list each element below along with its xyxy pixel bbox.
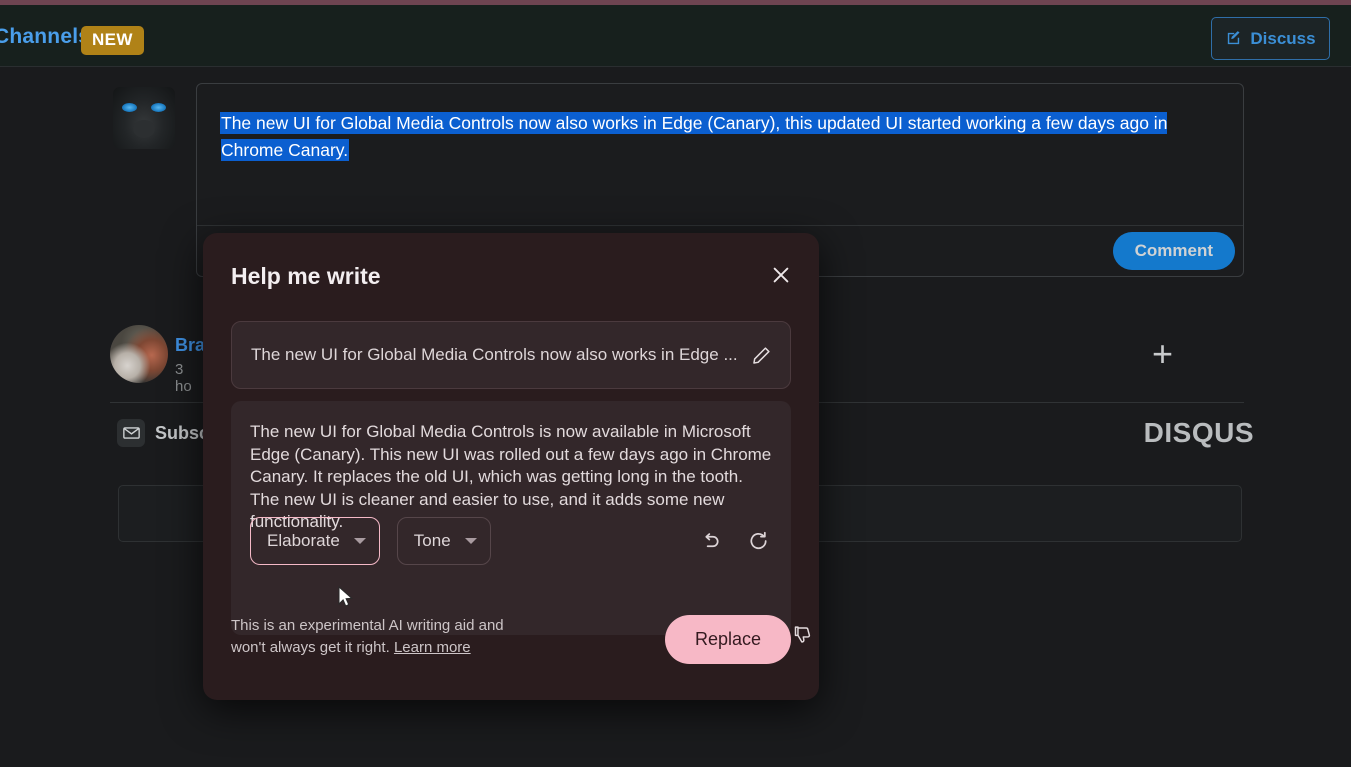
undo-icon[interactable] — [697, 528, 723, 554]
generated-result-panel: The new UI for Global Media Controls is … — [231, 401, 791, 635]
result-action-icons — [697, 511, 771, 571]
subscribe-button[interactable]: Subscr — [117, 419, 216, 447]
close-icon[interactable] — [767, 261, 795, 289]
comment-timestamp: 3 ho — [175, 361, 192, 395]
plus-icon[interactable]: + — [1152, 336, 1173, 372]
help-me-write-dialog: Help me write The new UI for Global Medi… — [203, 233, 819, 700]
top-navigation-bar: Channels NEW Discuss — [0, 5, 1351, 67]
edit-square-icon — [1225, 30, 1242, 47]
chevron-down-icon — [353, 538, 366, 544]
comment-text: The new UI for Global Media Controls now… — [221, 110, 1219, 164]
page-root: Channels NEW Discuss The new UI for Glob… — [0, 0, 1351, 767]
replace-button[interactable]: Replace — [664, 615, 791, 664]
discuss-button-label: Discuss — [1250, 28, 1316, 48]
channels-link[interactable]: Channels — [0, 25, 90, 49]
learn-more-link[interactable]: Learn more — [394, 639, 471, 656]
comment-textarea[interactable]: The new UI for Global Media Controls now… — [197, 84, 1243, 226]
comment-submit-button[interactable]: Comment — [1112, 232, 1235, 270]
cat-eye-right — [151, 103, 166, 112]
elaborate-dropdown-label: Elaborate — [267, 531, 340, 550]
user-avatar[interactable] — [110, 325, 168, 383]
new-badge: NEW — [81, 26, 144, 55]
selected-comment-text: The new UI for Global Media Controls now… — [221, 113, 1168, 160]
cat-eye-left — [122, 103, 137, 112]
pencil-icon[interactable] — [748, 342, 774, 368]
avatar — [113, 87, 175, 149]
thumbs-down-icon[interactable] — [790, 621, 816, 647]
comment-author-name[interactable]: Bra — [175, 335, 205, 356]
prompt-field[interactable]: The new UI for Global Media Controls now… — [231, 321, 791, 389]
envelope-icon — [117, 419, 145, 447]
disqus-logo: DISQUS — [1143, 417, 1254, 448]
discuss-button[interactable]: Discuss — [1211, 17, 1330, 60]
prompt-value: The new UI for Global Media Controls now… — [251, 345, 738, 364]
refresh-icon[interactable] — [745, 528, 771, 554]
chevron-down-icon — [464, 538, 477, 544]
dialog-title: Help me write — [231, 263, 381, 289]
tone-dropdown-label: Tone — [413, 531, 451, 550]
tone-dropdown[interactable]: Tone — [396, 517, 491, 565]
elaborate-dropdown[interactable]: Elaborate — [250, 517, 380, 565]
cat-snout — [133, 120, 155, 138]
result-controls: Elaborate Tone — [231, 511, 791, 571]
dialog-disclaimer: This is an experimental AI writing aid a… — [231, 615, 521, 659]
